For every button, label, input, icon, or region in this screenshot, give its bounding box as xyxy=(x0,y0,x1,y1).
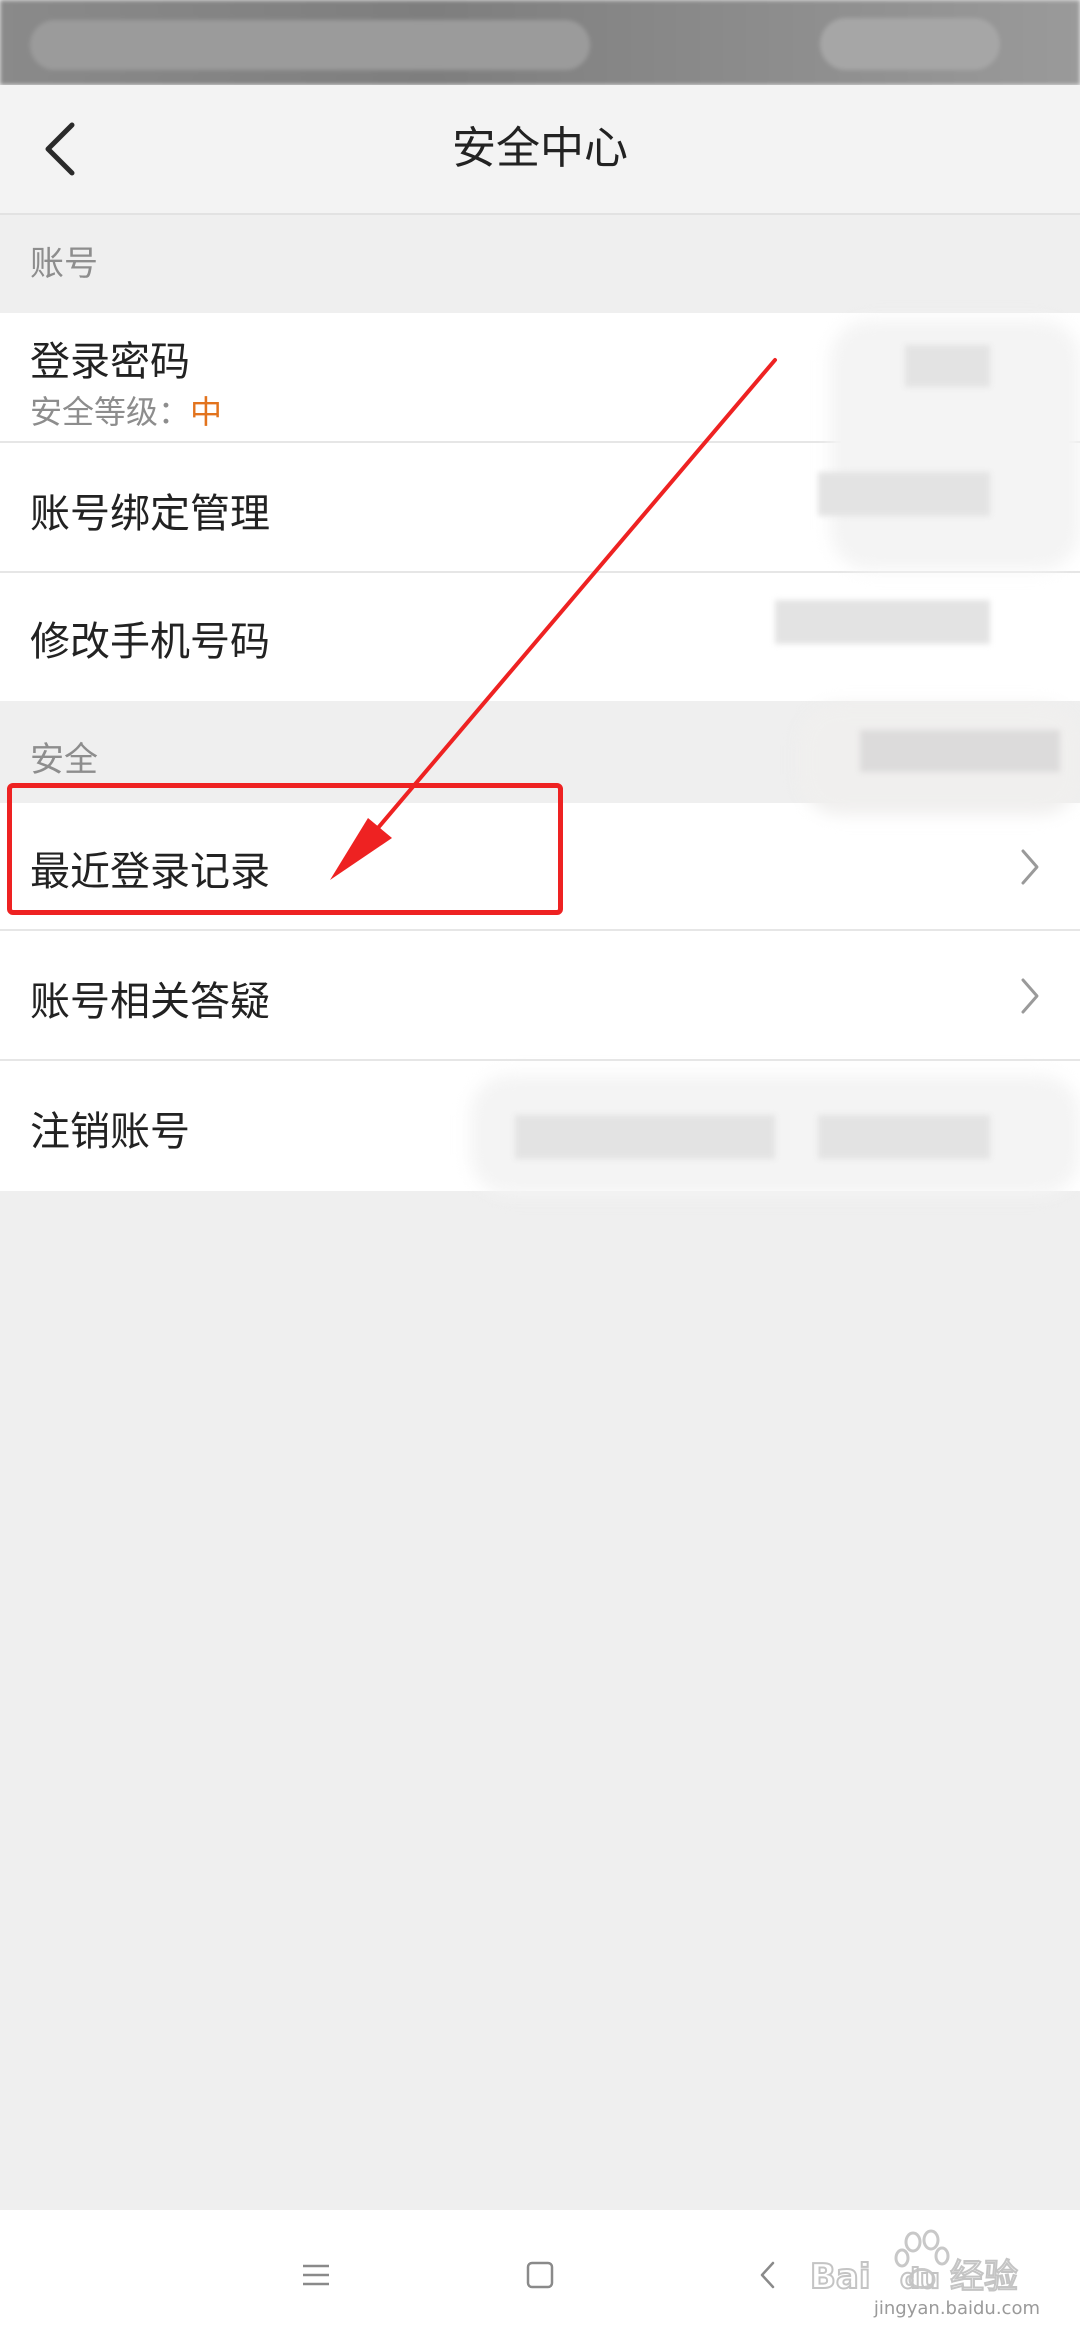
redaction-area xyxy=(515,1115,775,1159)
security-level-value: 中 xyxy=(190,393,223,431)
row-label: 账号绑定管理 xyxy=(30,491,270,537)
svg-text:du: du xyxy=(900,2262,940,2295)
title-bar: 安全中心 xyxy=(0,85,1080,215)
row-account-faq[interactable]: 账号相关答疑 xyxy=(0,931,1080,1061)
page-title: 安全中心 xyxy=(452,123,628,174)
row-label: 注销账号 xyxy=(30,1109,190,1155)
svg-text:Bai: Bai xyxy=(810,2257,871,2297)
redaction-area xyxy=(775,600,990,644)
section-title: 账号 xyxy=(30,244,98,284)
menu-icon[interactable] xyxy=(286,2245,346,2305)
security-level: 安全等级：中 xyxy=(30,387,222,433)
redaction-area xyxy=(905,345,990,387)
triangle-left-icon[interactable] xyxy=(738,2245,798,2305)
row-label: 登录密码 xyxy=(30,339,190,385)
square-icon[interactable] xyxy=(510,2245,570,2305)
section-title: 安全 xyxy=(30,740,98,780)
security-level-label: 安全等级： xyxy=(30,393,191,431)
section-header-account: 账号 xyxy=(0,215,1080,313)
redaction-area xyxy=(818,1115,990,1159)
status-bar xyxy=(0,0,1080,85)
row-label: 账号相关答疑 xyxy=(30,979,270,1025)
chevron-right-icon xyxy=(1010,837,1050,897)
redaction-area xyxy=(860,730,1060,772)
row-label: 修改手机号码 xyxy=(30,619,270,665)
chevron-right-icon xyxy=(1010,966,1050,1026)
watermark-url: jingyan.baidu.com xyxy=(873,2298,1040,2319)
svg-text:经验: 经验 xyxy=(950,2257,1018,2297)
redaction-area xyxy=(818,472,990,516)
highlight-box xyxy=(7,783,563,915)
baidu-logo-icon: Bai du 经验 xyxy=(809,2229,1019,2298)
baidu-jingyan-watermark: Bai du 经验 jingyan.baidu.com xyxy=(809,2228,1040,2328)
